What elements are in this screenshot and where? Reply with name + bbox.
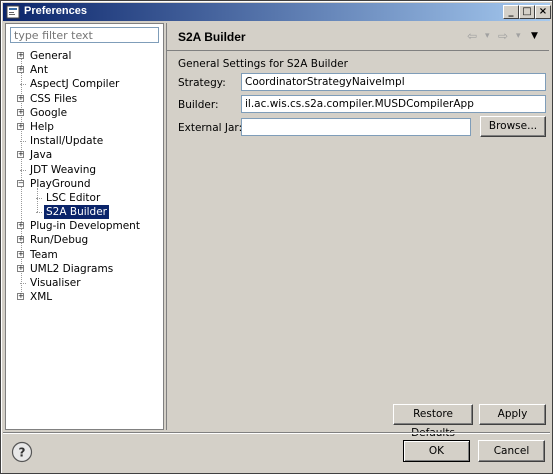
tree-item[interactable]: + XML	[6, 290, 161, 304]
tree-item[interactable]: S2A Builder	[6, 205, 161, 220]
expand-icon[interactable]: +	[17, 151, 24, 159]
tree-item-label: AspectJ Compiler	[30, 78, 120, 91]
footer-separator	[3, 432, 550, 434]
forward-arrow-icon[interactable]: ⇨	[498, 29, 508, 43]
browse-button[interactable]: Browse...	[480, 116, 546, 137]
cancel-button[interactable]: Cancel	[478, 440, 545, 462]
preference-page: S2A Builder ⇦ ▾ ⇨ ▾ ▼ General Settings f…	[166, 23, 549, 439]
expand-icon[interactable]: +	[17, 94, 24, 102]
external-jar-label: External Jar:	[178, 122, 243, 134]
close-button[interactable]: ×	[535, 5, 551, 19]
tree-item-label: LSC Editor	[46, 191, 101, 204]
expand-icon[interactable]: +	[17, 122, 24, 130]
forward-dropdown-icon[interactable]: ▾	[516, 31, 521, 41]
tree-connector	[20, 141, 26, 143]
tree-item[interactable]: + General	[6, 49, 161, 63]
ok-button[interactable]: OK	[403, 440, 470, 462]
tree-item[interactable]: + Google	[6, 106, 161, 120]
tree-item-label: Help	[30, 120, 54, 133]
tree-item[interactable]: LSC Editor	[6, 191, 161, 205]
tree-item[interactable]: + Team	[6, 248, 161, 262]
tree-connector	[36, 197, 42, 199]
tree-connector	[20, 84, 26, 86]
svg-text:?: ?	[19, 446, 26, 460]
tree-connector	[20, 169, 26, 171]
tree-item[interactable]: − PlayGround	[6, 177, 161, 191]
expand-icon[interactable]: +	[17, 108, 24, 116]
help-icon[interactable]: ?	[11, 441, 33, 463]
expand-icon[interactable]: +	[17, 264, 24, 272]
strategy-label: Strategy:	[178, 77, 226, 89]
tree-item-label: Google	[30, 106, 68, 119]
tree-item-label: CSS Files	[30, 92, 78, 105]
tree-item[interactable]: Visualiser	[6, 276, 161, 290]
apply-button[interactable]: Apply	[479, 404, 546, 425]
expand-icon[interactable]: +	[17, 52, 24, 59]
tree-item[interactable]: + Plug-in Development	[6, 219, 161, 233]
preference-tree: + General + Ant AspectJ Compiler + CSS Files + G…	[6, 49, 161, 304]
tree-item-label: Java	[30, 149, 53, 162]
title-bar[interactable]: Preferences _ □ ×	[3, 3, 551, 21]
strategy-field[interactable]: CoordinatorStrategyNaiveImpl	[241, 73, 546, 91]
tree-item-label: XML	[30, 291, 53, 304]
tree-item-label: Visualiser	[30, 277, 81, 289]
tree-item[interactable]: + Ant	[6, 63, 161, 77]
tree-item-label: Plug-in Development	[30, 220, 140, 233]
tree-connector	[36, 212, 42, 214]
builder-field[interactable]: il.ac.wis.cs.s2a.compiler.MUSDCompilerAp…	[241, 95, 546, 113]
back-arrow-icon[interactable]: ⇦	[467, 29, 477, 43]
tree-item-label: JDT Weaving	[30, 163, 97, 176]
tree-item-label: S2A Builder	[44, 205, 110, 220]
tree-connector	[20, 283, 26, 284]
view-menu-icon[interactable]: ▼	[531, 31, 538, 41]
expand-icon[interactable]: +	[17, 250, 24, 258]
tree-item-label: Team	[30, 248, 58, 261]
settings-description: General Settings for S2A Builder	[178, 58, 348, 70]
window-title: Preferences	[24, 5, 87, 17]
tree-item[interactable]: JDT Weaving	[6, 163, 161, 177]
tree-item-label: Ant	[30, 64, 48, 77]
restore-defaults-button[interactable]: Restore Defaults	[393, 404, 473, 439]
tree-item[interactable]: + Run/Debug	[6, 233, 161, 247]
expand-icon[interactable]: +	[17, 293, 24, 301]
minimize-button[interactable]: _	[503, 5, 519, 19]
page-header: S2A Builder ⇦ ▾ ⇨ ▾ ▼	[167, 23, 549, 51]
expand-icon[interactable]: +	[17, 66, 24, 74]
page-title: S2A Builder	[178, 30, 246, 44]
tree-item[interactable]: AspectJ Compiler	[6, 77, 161, 91]
tree-item-label: Run/Debug	[30, 234, 89, 247]
collapse-icon[interactable]: −	[17, 179, 24, 187]
external-jar-field[interactable]	[241, 118, 471, 136]
expand-icon[interactable]: +	[17, 222, 24, 230]
preferences-window: Preferences _ □ × + General + AntAspectJ Co…	[0, 0, 553, 474]
tree-item[interactable]: + UML2 Diagrams	[6, 262, 161, 276]
tree-item-label: PlayGround	[30, 177, 91, 190]
tree-item[interactable]: + Java	[6, 148, 161, 162]
tree-item[interactable]: Install/Update	[6, 134, 161, 148]
preferences-app-icon	[6, 5, 20, 19]
tree-item-label: General	[30, 50, 72, 62]
tree-item[interactable]: + Help	[6, 120, 161, 134]
tree-item[interactable]: + CSS Files	[6, 92, 161, 106]
tree-item-label: UML2 Diagrams	[30, 262, 114, 275]
back-dropdown-icon[interactable]: ▾	[485, 31, 490, 41]
tree-item-label: Install/Update	[30, 135, 104, 148]
filter-input[interactable]	[10, 27, 159, 43]
preference-tree-panel: + General + AntAspectJ Compiler + CSS Files + G…	[5, 23, 164, 430]
expand-icon[interactable]: +	[17, 236, 24, 244]
builder-label: Builder:	[178, 99, 219, 111]
maximize-button[interactable]: □	[519, 5, 535, 19]
